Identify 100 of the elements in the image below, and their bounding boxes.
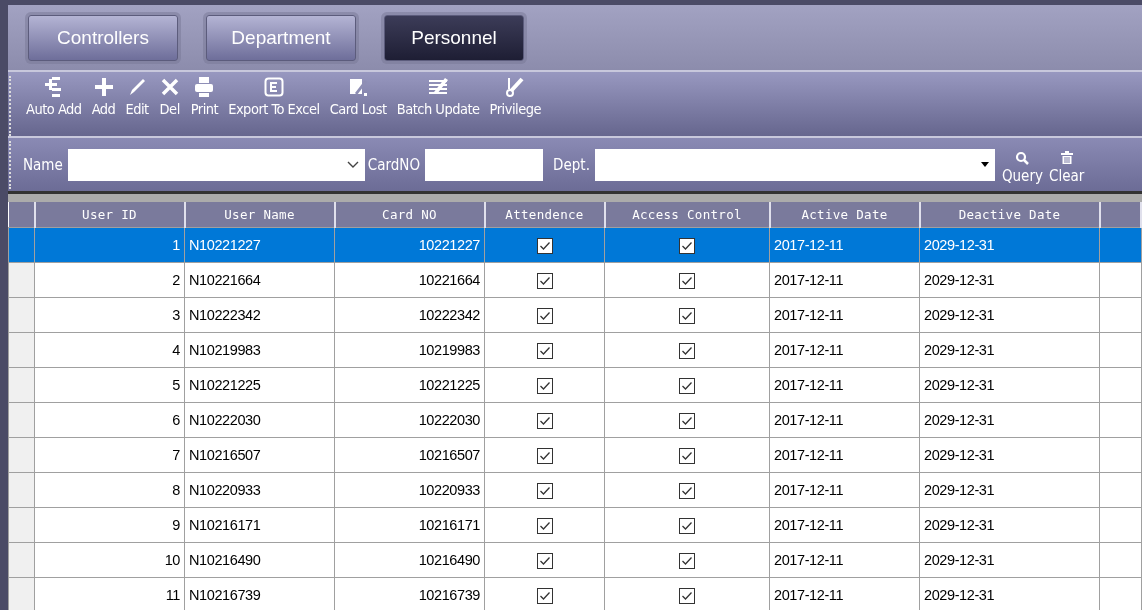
table-cell: 10219983 xyxy=(334,332,485,368)
checkbox[interactable] xyxy=(679,342,695,359)
table-cell: 2 xyxy=(34,262,185,298)
toolbar-button[interactable]: Clear xyxy=(1045,150,1088,185)
column-header[interactable]: User Name xyxy=(184,202,335,228)
toolbar-button[interactable]: Query xyxy=(998,150,1046,185)
table-cell: 2029-12-31 xyxy=(919,507,1100,543)
checkbox[interactable] xyxy=(679,307,695,324)
checkbox[interactable] xyxy=(536,552,553,569)
dropdown-arrow-icon xyxy=(980,162,989,167)
column-header[interactable]: User ID xyxy=(34,202,185,228)
card-pen-icon xyxy=(347,76,370,98)
checkbox[interactable] xyxy=(679,517,695,534)
table-cell: 2029-12-31 xyxy=(919,437,1100,473)
table-cell: N10221227 xyxy=(184,227,335,263)
column-header[interactable]: Active Date xyxy=(769,202,920,228)
table-cell: 10221227 xyxy=(334,227,485,263)
tab[interactable]: Controllers xyxy=(28,14,178,61)
table-cell: 1 xyxy=(34,227,185,263)
toolbar-button[interactable]: Print xyxy=(185,76,224,117)
tab[interactable]: Personnel xyxy=(384,14,524,61)
checkbox[interactable] xyxy=(536,447,553,464)
table-cell: 9 xyxy=(34,507,185,543)
table-cell: 8 xyxy=(34,472,185,508)
checkbox[interactable] xyxy=(536,307,553,324)
checkbox[interactable] xyxy=(536,377,553,394)
department-combo-box[interactable] xyxy=(594,148,995,181)
tab[interactable]: Department xyxy=(206,14,356,61)
toolbar-button[interactable]: Del xyxy=(153,76,186,117)
toolbar-button[interactable]: Batch Update xyxy=(391,76,485,117)
card-number-field[interactable] xyxy=(425,148,544,181)
toolbar-button[interactable]: Export To Excel xyxy=(223,76,325,117)
table-cell: 10221664 xyxy=(334,262,485,298)
checkbox[interactable] xyxy=(679,237,695,254)
table-cell: 2029-12-31 xyxy=(919,542,1100,578)
table-cell: 2029-12-31 xyxy=(919,262,1100,298)
table-cell: 10220933 xyxy=(334,472,485,508)
field-label: Dept. xyxy=(553,155,590,174)
toolbar-button[interactable]: Privilege xyxy=(484,76,546,117)
table-cell: 2029-12-31 xyxy=(919,227,1100,263)
table-cell: 10221225 xyxy=(334,367,485,403)
checkbox[interactable] xyxy=(536,272,553,289)
checkbox[interactable] xyxy=(536,587,553,604)
table-cell: 3 xyxy=(34,297,185,333)
table-cell: 2029-12-31 xyxy=(919,367,1100,403)
checkbox[interactable] xyxy=(679,272,695,289)
toolbar-button[interactable]: Card Lost xyxy=(324,76,392,117)
checkbox[interactable] xyxy=(679,587,695,604)
letter-e-icon xyxy=(262,76,285,98)
chevron-down-icon xyxy=(346,160,359,169)
toolbar-button[interactable]: Add xyxy=(86,76,121,117)
checkbox[interactable] xyxy=(536,482,553,499)
column-header[interactable]: Attendence xyxy=(484,202,605,228)
table-cell: 10 xyxy=(34,542,185,578)
plus-icon xyxy=(92,76,115,98)
table-cell: 10222030 xyxy=(334,402,485,438)
column-header[interactable]: Access Control xyxy=(604,202,770,228)
checkbox[interactable] xyxy=(536,342,553,359)
checkbox[interactable] xyxy=(536,412,553,429)
table-cell: 5 xyxy=(34,367,185,403)
search-icon xyxy=(1015,150,1030,165)
table-cell: 2017-12-11 xyxy=(769,507,920,543)
column-header[interactable]: Deactive Date xyxy=(919,202,1100,228)
checkbox[interactable] xyxy=(679,482,695,499)
table-cell: 2017-12-11 xyxy=(769,227,920,263)
toolbar-button[interactable]: Edit xyxy=(120,76,154,117)
table-cell: 7 xyxy=(34,437,185,473)
table-cell: 10216171 xyxy=(334,507,485,543)
table-cell: 10216490 xyxy=(334,542,485,578)
table-cell: 6 xyxy=(34,402,185,438)
table-cell: 2029-12-31 xyxy=(919,297,1100,333)
table-cell: 2017-12-11 xyxy=(769,437,920,473)
checkbox[interactable] xyxy=(536,237,553,254)
checkbox[interactable] xyxy=(536,517,553,534)
field-label: CardNO xyxy=(367,155,421,174)
table-cell: 2029-12-31 xyxy=(919,402,1100,438)
table-cell: 2017-12-11 xyxy=(769,367,920,403)
table-cell: N10216171 xyxy=(184,507,335,543)
table-cell: 2029-12-31 xyxy=(919,472,1100,508)
checkbox[interactable] xyxy=(679,552,695,569)
table-cell: 10222342 xyxy=(334,297,485,333)
name-combo-box[interactable] xyxy=(67,148,365,181)
table-cell: 2017-12-11 xyxy=(769,332,920,368)
trash-icon xyxy=(1059,150,1074,165)
table-cell: N10216490 xyxy=(184,542,335,578)
table-cell: 2017-12-11 xyxy=(769,297,920,333)
table-cell: N10222342 xyxy=(184,297,335,333)
table-cell: 2017-12-11 xyxy=(769,262,920,298)
table-cell: 2017-12-11 xyxy=(769,542,920,578)
table-cell: 2017-12-11 xyxy=(769,472,920,508)
column-header[interactable]: Card NO xyxy=(334,202,485,228)
table-cell: N10222030 xyxy=(184,402,335,438)
toolbar-button[interactable]: Auto Add xyxy=(21,76,87,117)
table-cell: N10220933 xyxy=(184,472,335,508)
table-cell: N10216507 xyxy=(184,437,335,473)
table-cell: N10219983 xyxy=(184,332,335,368)
checkbox[interactable] xyxy=(679,447,695,464)
checkbox[interactable] xyxy=(679,377,695,394)
table-cell: 10216507 xyxy=(334,437,485,473)
checkbox[interactable] xyxy=(679,412,695,429)
